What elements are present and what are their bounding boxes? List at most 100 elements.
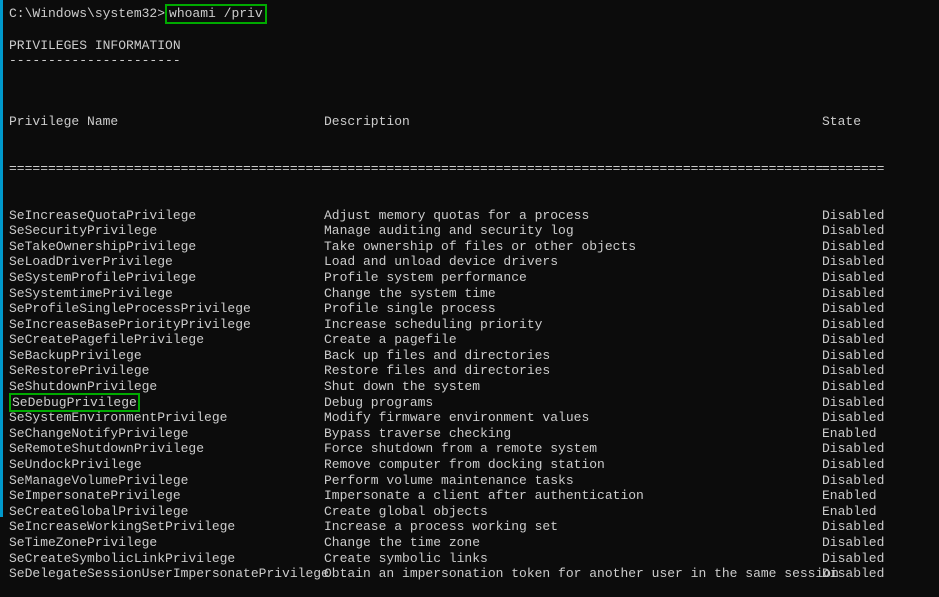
header-description: Description [324,114,822,130]
privilege-description: Profile single process [324,301,822,317]
privilege-description: Load and unload device drivers [324,254,822,270]
table-header-row: Privilege Name Description State [9,114,939,130]
privilege-state: Disabled [822,395,884,411]
privilege-name: SeCreatePagefilePrivilege [9,332,324,348]
table-row: SeDelegateSessionUserImpersonatePrivileg… [9,566,939,582]
privilege-name: SeIncreaseBasePriorityPrivilege [9,317,324,333]
privilege-name: SeSecurityPrivilege [9,223,324,239]
privilege-state: Disabled [822,410,884,426]
privilege-description: Remove computer from docking station [324,457,822,473]
privilege-name: SeDebugPrivilege [9,395,324,411]
privilege-state: Disabled [822,208,884,224]
table-row: SeChangeNotifyPrivilege Bypass traverse … [9,426,939,442]
table-row: SeLoadDriverPrivilege Load and unload de… [9,254,939,270]
privilege-name: SeChangeNotifyPrivilege [9,426,324,442]
table-row: SeSecurityPrivilege Manage auditing and … [9,223,939,239]
privilege-state: Disabled [822,301,884,317]
privilege-description: Create a pagefile [324,332,822,348]
privilege-name: SeIncreaseQuotaPrivilege [9,208,324,224]
privilege-state: Enabled [822,488,877,504]
table-row: SeCreateSymbolicLinkPrivilege Create sym… [9,551,939,567]
table-separator-row: ========================================… [9,161,939,177]
table-row: SeIncreaseQuotaPrivilege Adjust memory q… [9,208,939,224]
privilege-state: Disabled [822,519,884,535]
privilege-name: SeIncreaseWorkingSetPrivilege [9,519,324,535]
privilege-description: Modify firmware environment values [324,410,822,426]
sep-desc: ========================================… [324,161,822,177]
sep-name: ========================================… [9,161,324,177]
privilege-state: Disabled [822,457,884,473]
header-privilege-name: Privilege Name [9,114,324,130]
table-row: SeSystemProfilePrivilege Profile system … [9,270,939,286]
table-row: SeShutdownPrivilege Shut down the system… [9,379,939,395]
privilege-name: SeDelegateSessionUserImpersonatePrivileg… [9,566,324,582]
privilege-name: SeCreateSymbolicLinkPrivilege [9,551,324,567]
privilege-state: Disabled [822,473,884,489]
privilege-state: Disabled [822,551,884,567]
privilege-description: Change the system time [324,286,822,302]
section-underline: ---------------------- [9,53,939,69]
privilege-description: Adjust memory quotas for a process [324,208,822,224]
privilege-name: SeBackupPrivilege [9,348,324,364]
privilege-state: Disabled [822,270,884,286]
privilege-description: Force shutdown from a remote system [324,441,822,457]
table-row: SeUndockPrivilege Remove computer from d… [9,457,939,473]
privilege-description: Obtain an impersonation token for anothe… [324,566,822,582]
privilege-state: Disabled [822,286,884,302]
privilege-state: Disabled [822,441,884,457]
table-row: SeDebugPrivilege Debug programs Disabled [9,395,939,411]
privilege-name: SeUndockPrivilege [9,457,324,473]
privilege-state: Disabled [822,363,884,379]
privilege-description: Perform volume maintenance tasks [324,473,822,489]
privilege-name: SeSystemtimePrivilege [9,286,324,302]
privilege-name: SeSystemProfilePrivilege [9,270,324,286]
table-row: SeIncreaseBasePriorityPrivilege Increase… [9,317,939,333]
section-title: PRIVILEGES INFORMATION [9,38,939,54]
privilege-state: Disabled [822,254,884,270]
table-row: SeProfileSingleProcessPrivilege Profile … [9,301,939,317]
table-row: SeTakeOwnershipPrivilege Take ownership … [9,239,939,255]
privilege-description: Shut down the system [324,379,822,395]
privilege-state: Disabled [822,317,884,333]
privilege-description: Take ownership of files or other objects [324,239,822,255]
privilege-name: SeLoadDriverPrivilege [9,254,324,270]
privilege-description: Impersonate a client after authenticatio… [324,488,822,504]
sep-state: ======== [822,161,884,177]
table-row: SeSystemtimePrivilege Change the system … [9,286,939,302]
privilege-description: Create global objects [324,504,822,520]
privilege-description: Create symbolic links [324,551,822,567]
privilege-state: Enabled [822,426,877,442]
privilege-description: Increase scheduling priority [324,317,822,333]
privilege-description: Increase a process working set [324,519,822,535]
privilege-state: Disabled [822,332,884,348]
header-state: State [822,114,861,130]
table-row: SeTimeZonePrivilege Change the time zone… [9,535,939,551]
table-row: SeRestorePrivilege Restore files and dir… [9,363,939,379]
privilege-name: SeTakeOwnershipPrivilege [9,239,324,255]
privilege-description: Change the time zone [324,535,822,551]
privilege-description: Back up files and directories [324,348,822,364]
table-row: SeManageVolumePrivilege Perform volume m… [9,473,939,489]
table-row: SeBackupPrivilege Back up files and dire… [9,348,939,364]
privilege-state: Disabled [822,379,884,395]
privilege-description: Manage auditing and security log [324,223,822,239]
table-row: SeCreatePagefilePrivilege Create a pagef… [9,332,939,348]
privilege-description: Bypass traverse checking [324,426,822,442]
table-row: SeIncreaseWorkingSetPrivilege Increase a… [9,519,939,535]
privilege-name: SeSystemEnvironmentPrivilege [9,410,324,426]
table-row: SeRemoteShutdownPrivilege Force shutdown… [9,441,939,457]
privilege-state: Enabled [822,504,877,520]
privilege-state: Disabled [822,239,884,255]
command-highlight: whoami /priv [165,4,267,24]
privilege-state: Disabled [822,223,884,239]
privileges-table: Privilege Name Description State =======… [9,83,939,597]
table-row: SeSystemEnvironmentPrivilege Modify firm… [9,410,939,426]
table-row: SeImpersonatePrivilege Impersonate a cli… [9,488,939,504]
command-prompt-line: C:\Windows\system32>whoami /priv [9,4,939,24]
privilege-state: Disabled [822,535,884,551]
privilege-name: SeManageVolumePrivilege [9,473,324,489]
prompt-path: C:\Windows\system32> [9,6,165,21]
privilege-description: Profile system performance [324,270,822,286]
privilege-name: SeRemoteShutdownPrivilege [9,441,324,457]
privilege-name: SeImpersonatePrivilege [9,488,324,504]
